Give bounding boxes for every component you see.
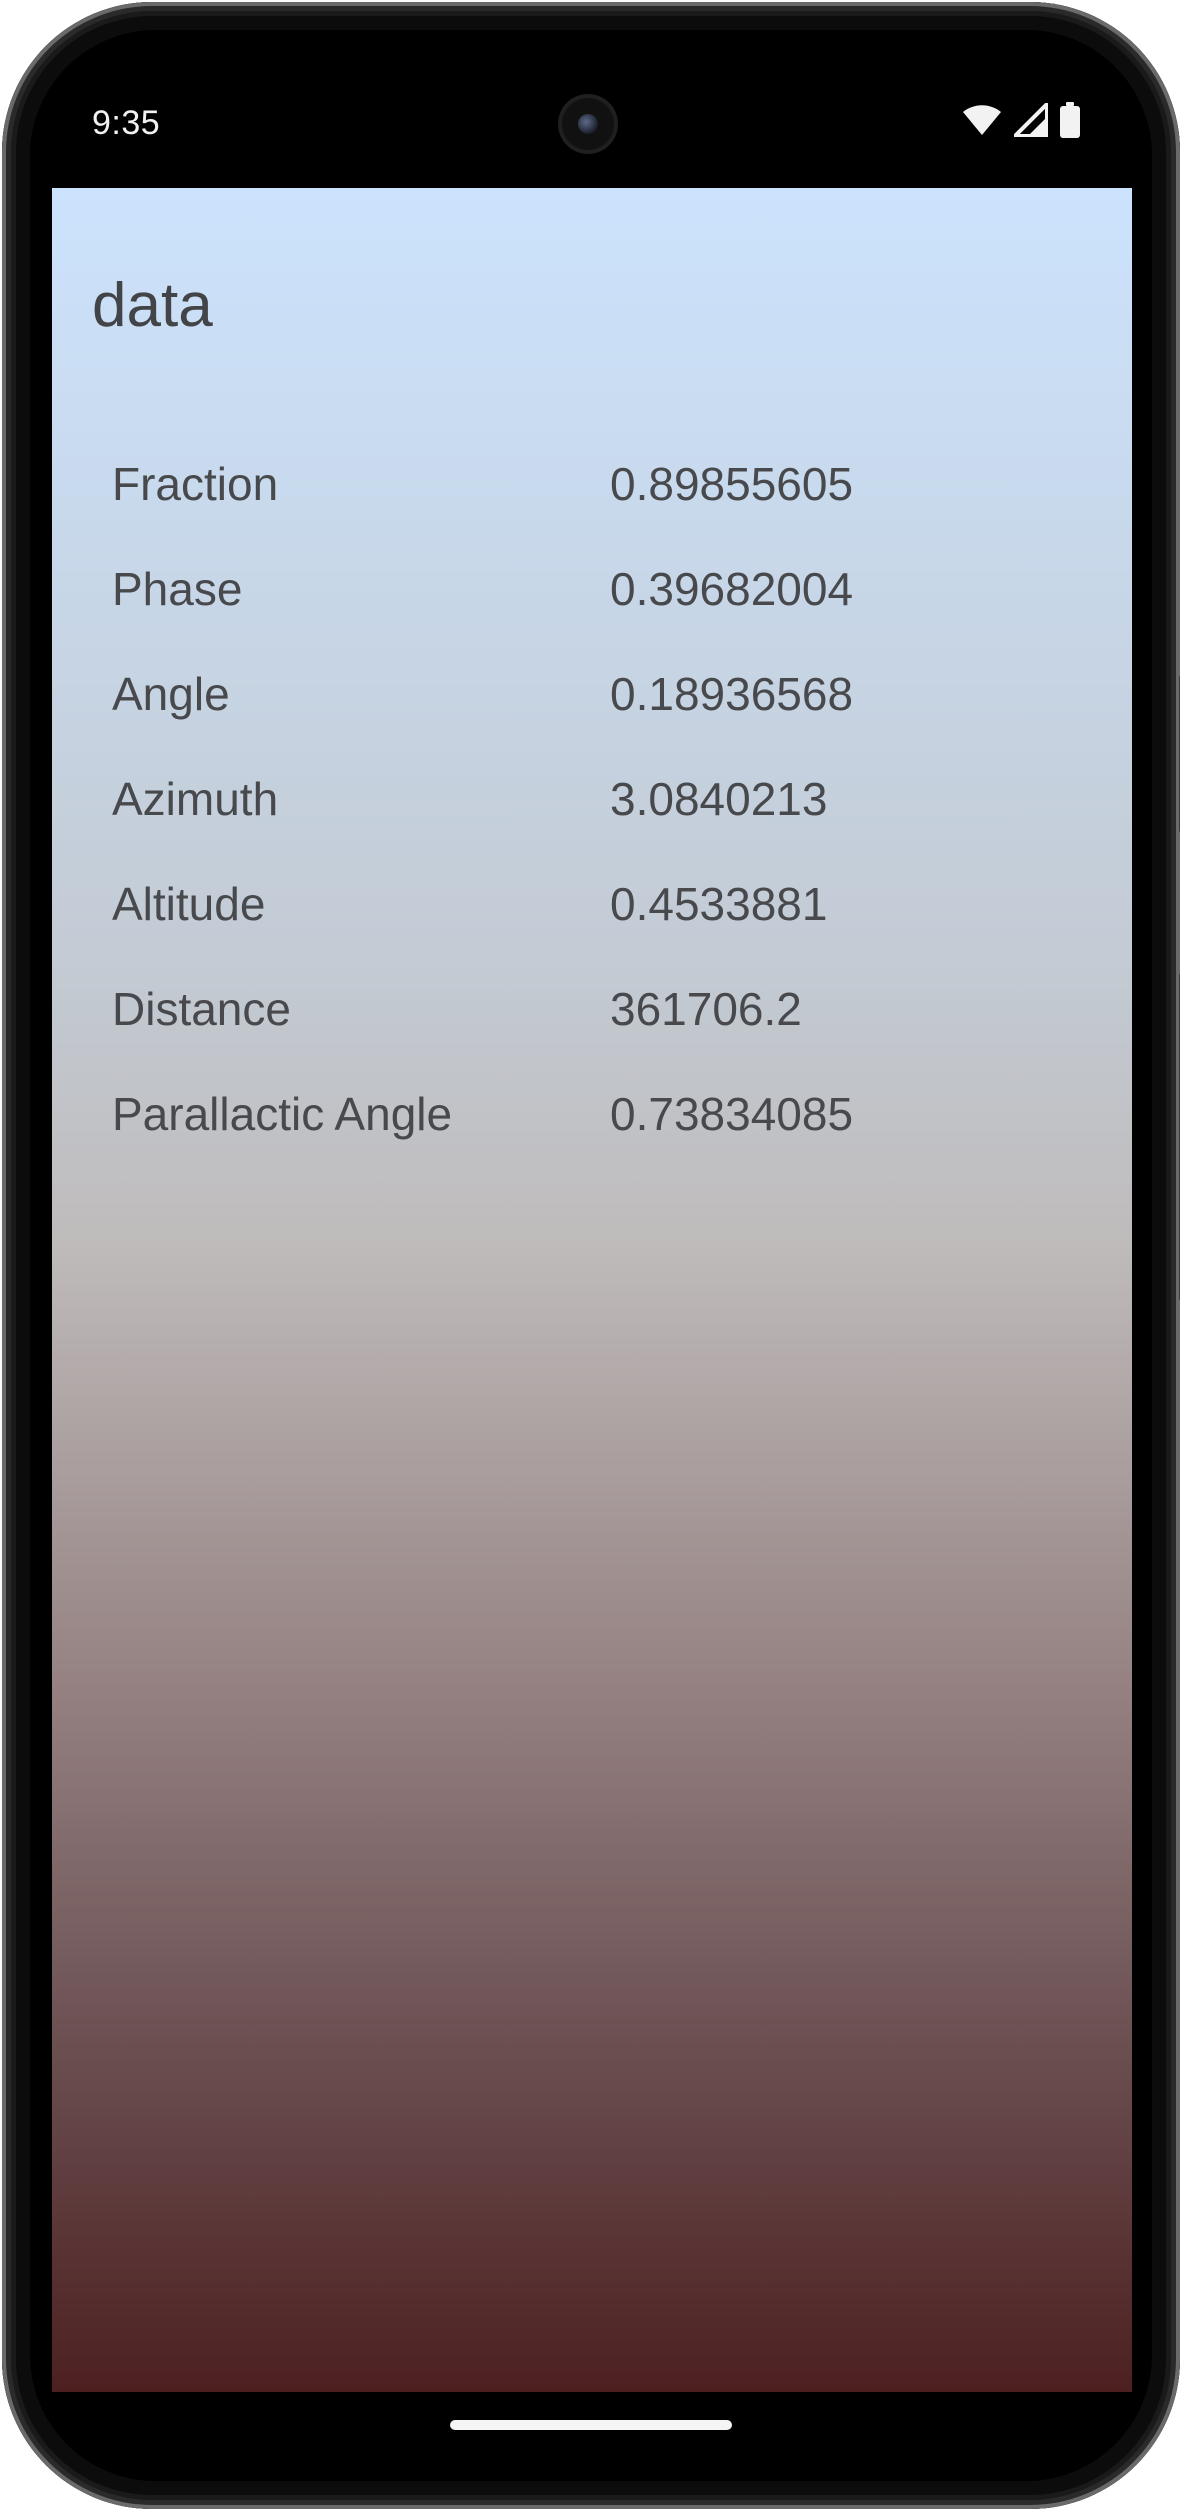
data-row-azimuth: Azimuth 3.0840213 [112,763,1072,868]
data-table: Fraction 0.89855605 Phase 0.39682004 Ang… [112,448,1072,1183]
row-label: Angle [112,668,230,720]
battery-icon [1060,101,1080,143]
status-time: 9:35 [92,104,161,142]
data-row-distance: Distance 361706.2 [112,973,1072,1078]
home-gesture-handle[interactable] [450,2420,732,2430]
row-value: 0.39682004 [610,563,854,615]
row-value: 0.89855605 [610,458,854,510]
row-value: 0.73834085 [610,1088,854,1140]
row-label: Azimuth [112,773,279,825]
row-label: Distance [112,983,291,1035]
data-row-fraction: Fraction 0.89855605 [112,448,1072,553]
power-button [1179,674,1180,834]
cellular-signal-icon [1010,98,1049,142]
phone-frame: 9:35 data Fraction 0.89855605 Phase 0.39… [2,2,1180,2509]
data-row-angle: Angle 0.18936568 [112,658,1072,763]
row-value: 3.0840213 [610,773,828,825]
row-value: 0.4533881 [610,878,828,930]
page-title: data [92,271,213,340]
row-label: Phase [112,563,243,615]
front-camera-icon [558,94,618,154]
app-content: data Fraction 0.89855605 Phase 0.3968200… [52,188,1132,2392]
data-row-phase: Phase 0.39682004 [112,553,1072,658]
status-bar: 9:35 [30,30,1152,188]
gesture-nav-bar [30,2392,1152,2481]
wifi-icon [962,104,1002,141]
status-icons [962,98,1080,143]
row-label: Parallactic Angle [112,1088,453,1140]
screen: 9:35 data Fraction 0.89855605 Phase 0.39… [30,30,1152,2481]
data-row-parallactic-angle: Parallactic Angle 0.73834085 [112,1078,1072,1183]
row-value: 0.18936568 [610,668,854,720]
row-value: 361706.2 [610,983,802,1035]
row-label: Altitude [112,878,266,930]
volume-button [1179,972,1180,1302]
row-label: Fraction [112,458,279,510]
data-row-altitude: Altitude 0.4533881 [112,868,1072,973]
